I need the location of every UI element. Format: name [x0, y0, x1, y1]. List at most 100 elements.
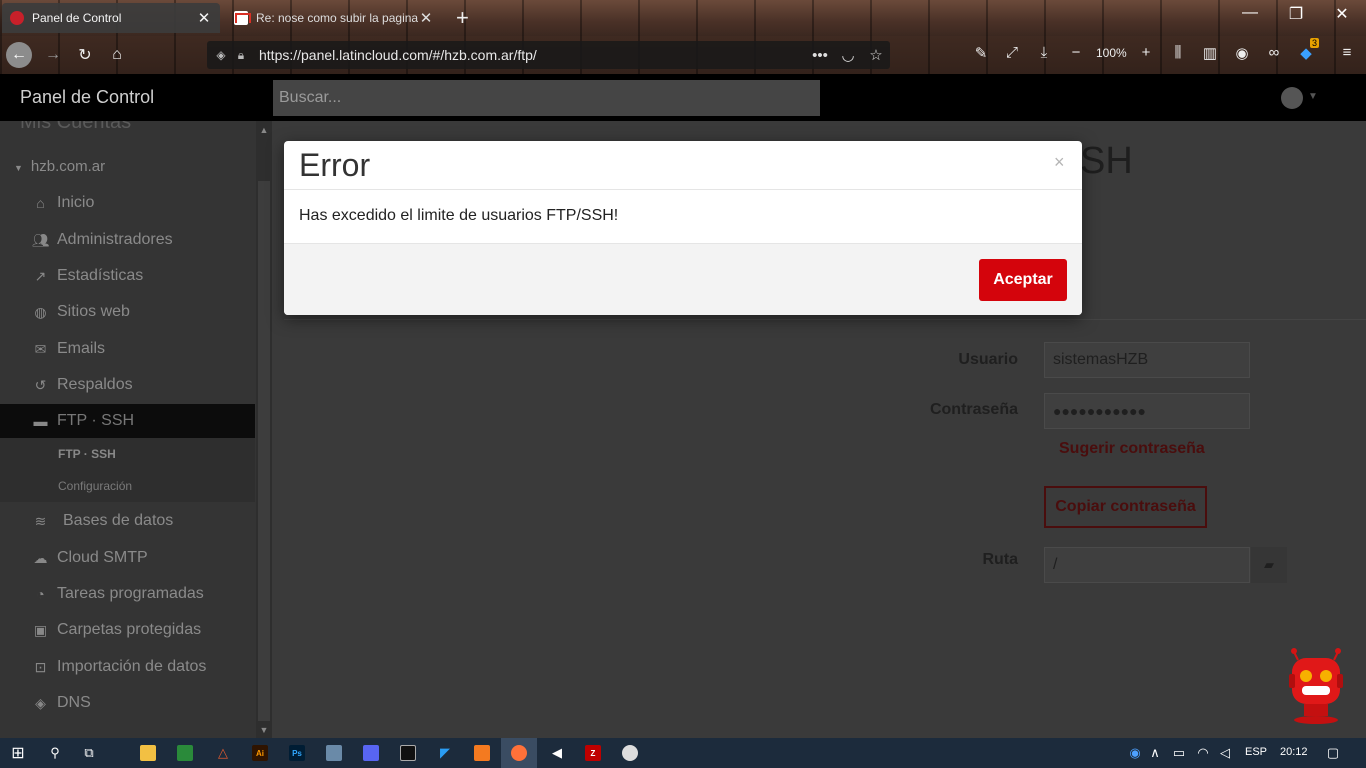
sidebar-item-sitios-web[interactable]: ◍ Sitios web [0, 295, 255, 329]
accept-button[interactable]: Aceptar [979, 259, 1067, 301]
shield-icon[interactable]: ◈ [211, 48, 231, 62]
sidebar-scrollbar[interactable]: ▲ ▼ [256, 121, 272, 738]
brand-title[interactable]: Panel de Control [20, 87, 154, 108]
search-input[interactable] [273, 80, 820, 116]
language-indicator[interactable]: ESP [1245, 746, 1267, 758]
notifications-icon[interactable]: ▢ [1322, 742, 1344, 764]
robot-mascot-icon[interactable] [1284, 646, 1348, 724]
network-app-icon[interactable] [323, 742, 345, 764]
scroll-down-icon[interactable]: ▼ [256, 725, 272, 735]
minimize-button[interactable]: — [1238, 4, 1262, 22]
globe-icon: ◍ [34, 303, 47, 320]
zoom-level[interactable]: 100% [1096, 46, 1127, 60]
file-explorer-icon[interactable] [137, 742, 159, 764]
tab-gmail[interactable]: Re: nose como subir la pagina ✕ [226, 3, 442, 33]
sidebar-item-bases-de-datos[interactable]: ≋ Bases de datos [0, 504, 255, 538]
copy-password-button[interactable]: Copiar contraseña [1044, 486, 1207, 528]
sidebar-item-label: Sitios web [57, 303, 130, 320]
sidebar-item-label: FTP · SSH [57, 412, 135, 429]
sidebar-item-importacion-de-datos[interactable]: ⊡ Importación de datos [0, 650, 255, 684]
account-toggle[interactable]: ▼ hzb.com.ar [14, 158, 105, 175]
sidebar-item-ftp-ssh[interactable]: ▬ FTP · SSH [0, 404, 255, 438]
search-icon[interactable]: ⚲ [44, 742, 66, 764]
home-button[interactable]: ⌂ [104, 42, 130, 68]
scrollbar-thumb[interactable] [258, 181, 270, 721]
modal-message: Has excedido el limite de usuarios FTP/S… [299, 207, 619, 224]
filezilla-icon[interactable]: Z [582, 742, 604, 764]
clock[interactable]: 20:12 [1280, 746, 1308, 758]
firefox-icon[interactable] [508, 742, 530, 764]
forward-button[interactable]: → [40, 42, 66, 68]
suggest-password-link[interactable]: Sugerir contraseña [1059, 440, 1205, 458]
paint-icon[interactable] [619, 742, 641, 764]
sidebar-toggle-icon[interactable]: ▥ [1199, 44, 1221, 62]
sidebar-item-label: Emails [57, 340, 106, 357]
sidebar-item-dns[interactable]: ◈ DNS [0, 686, 255, 720]
sidebar-item-carpetas-protegidas[interactable]: ▣ Carpetas protegidas [0, 613, 255, 647]
wifi-icon[interactable]: ◠ [1192, 742, 1214, 764]
close-icon[interactable]: × [1054, 152, 1065, 173]
media-app-icon[interactable]: ◀ [546, 742, 568, 764]
sidebar-item-respaldos[interactable]: ↺ Respaldos [0, 368, 255, 402]
windows-start-icon[interactable]: ⊞ [7, 742, 29, 764]
wrench-icon[interactable]: ✎ [970, 44, 992, 62]
discord-icon[interactable] [360, 742, 382, 764]
menu-icon[interactable]: ≡ [1336, 44, 1358, 61]
tray-chevron-icon[interactable]: ∧ [1144, 742, 1166, 764]
sidebar-item-label: Tareas programadas [57, 585, 204, 602]
browser-tabstrip: Panel de Control ✕ Re: nose como subir l… [0, 0, 1366, 36]
account-icon[interactable]: ◉ [1231, 44, 1253, 62]
download-icon[interactable]: ⤓ [1033, 44, 1055, 61]
fullscreen-icon[interactable]: ⤢ [1001, 44, 1023, 61]
bookmark-star-icon[interactable]: ☆ [862, 46, 890, 64]
task-view-icon[interactable]: ⧉ [78, 742, 100, 764]
subitem-configuracion[interactable]: Configuración [58, 479, 132, 493]
url-bar[interactable]: ◈ 🔒︎ https://panel.latincloud.com/#/hzb.… [207, 41, 890, 69]
close-window-button[interactable]: ✕ [1330, 4, 1354, 24]
user-field[interactable]: sistemasHZB [1044, 342, 1250, 378]
folder-open-icon[interactable]: ▰ [1251, 547, 1287, 583]
page-actions-icon[interactable]: ••• [806, 47, 834, 64]
sidebar-item-label: DNS [57, 694, 91, 711]
app-green-icon[interactable] [174, 742, 196, 764]
back-button[interactable]: ← [6, 42, 32, 68]
pocket-icon[interactable]: ◡ [834, 46, 862, 64]
library-icon[interactable]: ⫼ [1167, 44, 1189, 61]
xampp-icon[interactable] [471, 742, 493, 764]
lock-icon[interactable]: 🔒︎ [231, 48, 251, 63]
tab-panel-de-control[interactable]: Panel de Control ✕ [2, 3, 220, 33]
sidebar-item-emails[interactable]: ✉ Emails [0, 332, 255, 366]
lock-icon: ▣ [33, 621, 48, 638]
path-field[interactable]: / [1044, 547, 1250, 583]
terminal-icon[interactable] [397, 742, 419, 764]
help-icon[interactable]: ◉ [1124, 742, 1146, 764]
tab-close-icon[interactable]: ✕ [418, 9, 434, 27]
sidebar-item-tareas-programadas[interactable]: ◔ Tareas programadas [0, 577, 255, 611]
account-name: hzb.com.ar [30, 158, 106, 175]
sidebar-item-inicio[interactable]: ⌂ Inicio [0, 186, 255, 220]
reload-button[interactable]: ↻ [72, 42, 98, 68]
sidebar-item-administradores[interactable]: 👥︎ Administradores [0, 223, 255, 257]
avatar[interactable] [1281, 87, 1303, 109]
restore-button[interactable]: ❐ [1284, 4, 1308, 24]
sidebar-item-estadisticas[interactable]: ↗ Estadísticas [0, 259, 255, 293]
tab-close-icon[interactable]: ✕ [196, 9, 212, 27]
illustrator-icon[interactable]: Ai [249, 742, 271, 764]
battery-icon[interactable]: ▭ [1168, 742, 1190, 764]
photoshop-icon[interactable]: Ps [286, 742, 308, 764]
private-mask-icon[interactable]: ∞ [1263, 44, 1285, 61]
chevron-down-icon[interactable]: ▼ [1308, 91, 1318, 102]
new-tab-button[interactable]: + [456, 5, 469, 31]
zoom-out-button[interactable]: − [1065, 44, 1087, 61]
url-text[interactable]: https://panel.latincloud.com/#/hzb.com.a… [259, 47, 806, 63]
sidebar-item-cloud-smtp[interactable]: ☁ Cloud SMTP [0, 541, 255, 575]
error-modal: Error × Has excedido el limite de usuari… [284, 141, 1082, 315]
volume-icon[interactable]: ◁ [1214, 742, 1236, 764]
zoom-in-button[interactable]: + [1135, 44, 1157, 61]
password-field[interactable]: ●●●●●●●●●●● [1044, 393, 1250, 429]
subitem-ftp-ssh[interactable]: FTP · SSH [58, 447, 116, 461]
app-triangle-icon[interactable]: △ [212, 742, 234, 764]
scroll-up-icon[interactable]: ▲ [256, 125, 272, 135]
sidebar-item-label: Bases de datos [63, 512, 174, 529]
vscode-icon[interactable]: ◤ [434, 742, 456, 764]
